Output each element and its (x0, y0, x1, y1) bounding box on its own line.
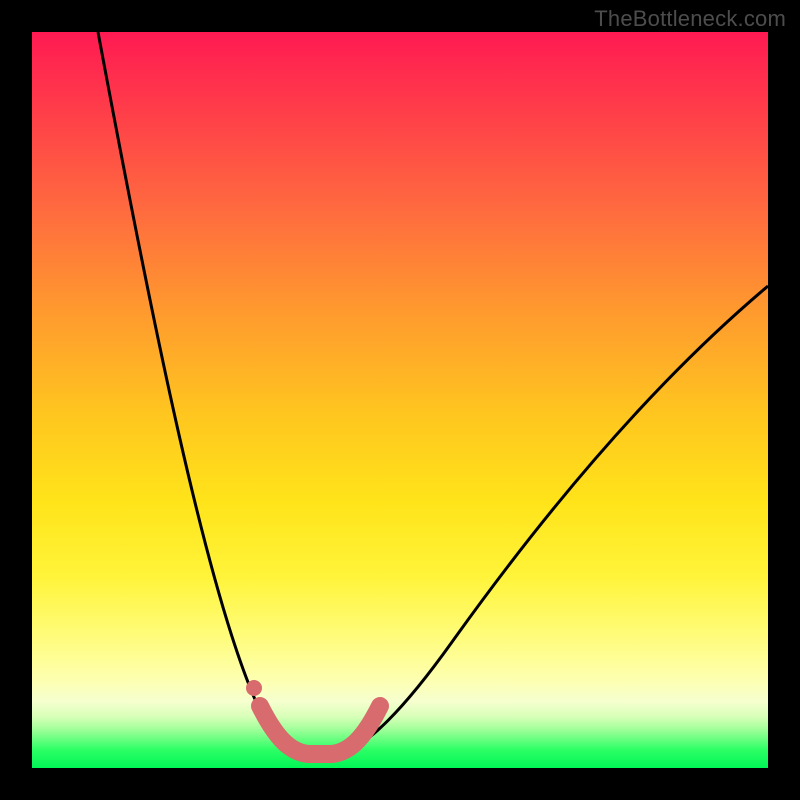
chart-outer-frame: TheBottleneck.com (0, 0, 800, 800)
plot-area (32, 32, 768, 768)
watermark-text: TheBottleneck.com (594, 6, 786, 32)
bottleneck-bottom-highlight (260, 706, 380, 754)
bottleneck-left-dot (246, 680, 262, 696)
bottleneck-curve-right (342, 286, 768, 754)
bottleneck-curve-left (98, 32, 298, 754)
curve-overlay (32, 32, 768, 768)
